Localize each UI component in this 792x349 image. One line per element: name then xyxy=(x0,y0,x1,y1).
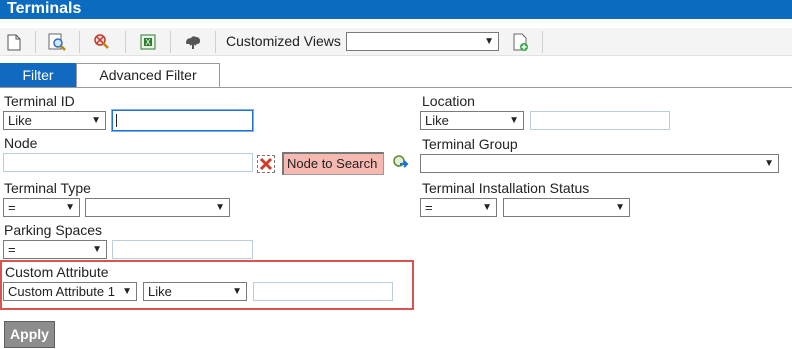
node-lookup-icon[interactable] xyxy=(391,153,411,173)
parking-spaces-input[interactable] xyxy=(112,240,253,259)
apply-button[interactable]: Apply xyxy=(4,321,55,348)
toolbar: X Customized Views ▼ xyxy=(0,28,792,56)
node-input[interactable] xyxy=(3,153,253,172)
terminal-group-label: Terminal Group xyxy=(422,136,518,152)
location-operator-select[interactable]: Like ▼ xyxy=(420,111,524,130)
toolbar-separator xyxy=(215,31,216,53)
chevron-down-icon: ▼ xyxy=(232,286,242,297)
chevron-down-icon: ▼ xyxy=(764,158,774,169)
search-icon[interactable] xyxy=(46,31,68,53)
add-view-icon[interactable] xyxy=(510,31,532,53)
chevron-down-icon: ▼ xyxy=(91,115,101,126)
chevron-down-icon: ▼ xyxy=(615,202,625,213)
terminal-group-select[interactable]: ▼ xyxy=(420,154,779,173)
chevron-down-icon: ▼ xyxy=(122,286,132,297)
custom-attribute-input[interactable] xyxy=(253,282,393,301)
chevron-down-icon: ▼ xyxy=(92,244,102,255)
terminal-id-input[interactable] xyxy=(112,110,253,131)
location-label: Location xyxy=(422,93,475,109)
parking-spaces-label: Parking Spaces xyxy=(4,222,103,238)
toolbar-separator xyxy=(170,31,171,53)
custom-attribute-select[interactable]: Custom Attribute 1 ▼ xyxy=(3,282,137,301)
text-cursor xyxy=(116,114,117,127)
tab-advanced-filter[interactable]: Advanced Filter xyxy=(76,63,220,87)
tab-filter[interactable]: Filter xyxy=(0,63,76,87)
toolbar-separator xyxy=(542,31,543,53)
chevron-down-icon: ▼ xyxy=(215,202,225,213)
custom-attribute-label: Custom Attribute xyxy=(5,264,109,280)
custom-attribute-operator-select[interactable]: Like ▼ xyxy=(143,282,247,301)
tab-divider xyxy=(0,87,792,88)
toolbar-separator xyxy=(125,31,126,53)
toolbar-separator xyxy=(79,31,80,53)
new-icon[interactable] xyxy=(3,31,25,53)
chevron-down-icon: ▼ xyxy=(482,202,492,213)
clear-node-icon[interactable] xyxy=(257,155,275,173)
terminal-type-select[interactable]: ▼ xyxy=(85,198,230,217)
chevron-down-icon: ▼ xyxy=(484,36,494,47)
terminal-id-label: Terminal ID xyxy=(4,93,75,109)
terminal-id-operator-select[interactable]: Like ▼ xyxy=(3,111,106,130)
chevron-down-icon: ▼ xyxy=(65,202,75,213)
chevron-down-icon: ▼ xyxy=(509,115,519,126)
installation-status-operator-select[interactable]: = ▼ xyxy=(420,198,497,217)
installation-status-label: Terminal Installation Status xyxy=(422,180,590,196)
installation-status-select[interactable]: ▼ xyxy=(503,198,630,217)
customized-views-label: Customized Views xyxy=(226,33,341,49)
toolbar-separator xyxy=(35,31,36,53)
export-excel-icon[interactable]: X xyxy=(137,31,159,53)
customized-views-select[interactable]: ▼ xyxy=(346,32,499,51)
page-title: Terminals xyxy=(7,0,82,17)
upload-icon[interactable] xyxy=(182,31,204,53)
location-input[interactable] xyxy=(530,111,670,130)
node-label: Node xyxy=(4,135,38,151)
terminal-type-operator-select[interactable]: = ▼ xyxy=(3,198,80,217)
svg-text:X: X xyxy=(145,38,151,47)
remove-filter-icon[interactable] xyxy=(91,31,113,53)
terminal-type-label: Terminal Type xyxy=(4,180,91,196)
title-bar: Terminals xyxy=(0,0,792,19)
parking-spaces-operator-select[interactable]: = ▼ xyxy=(3,240,107,259)
node-to-search-button[interactable]: Node to Search xyxy=(282,152,384,175)
